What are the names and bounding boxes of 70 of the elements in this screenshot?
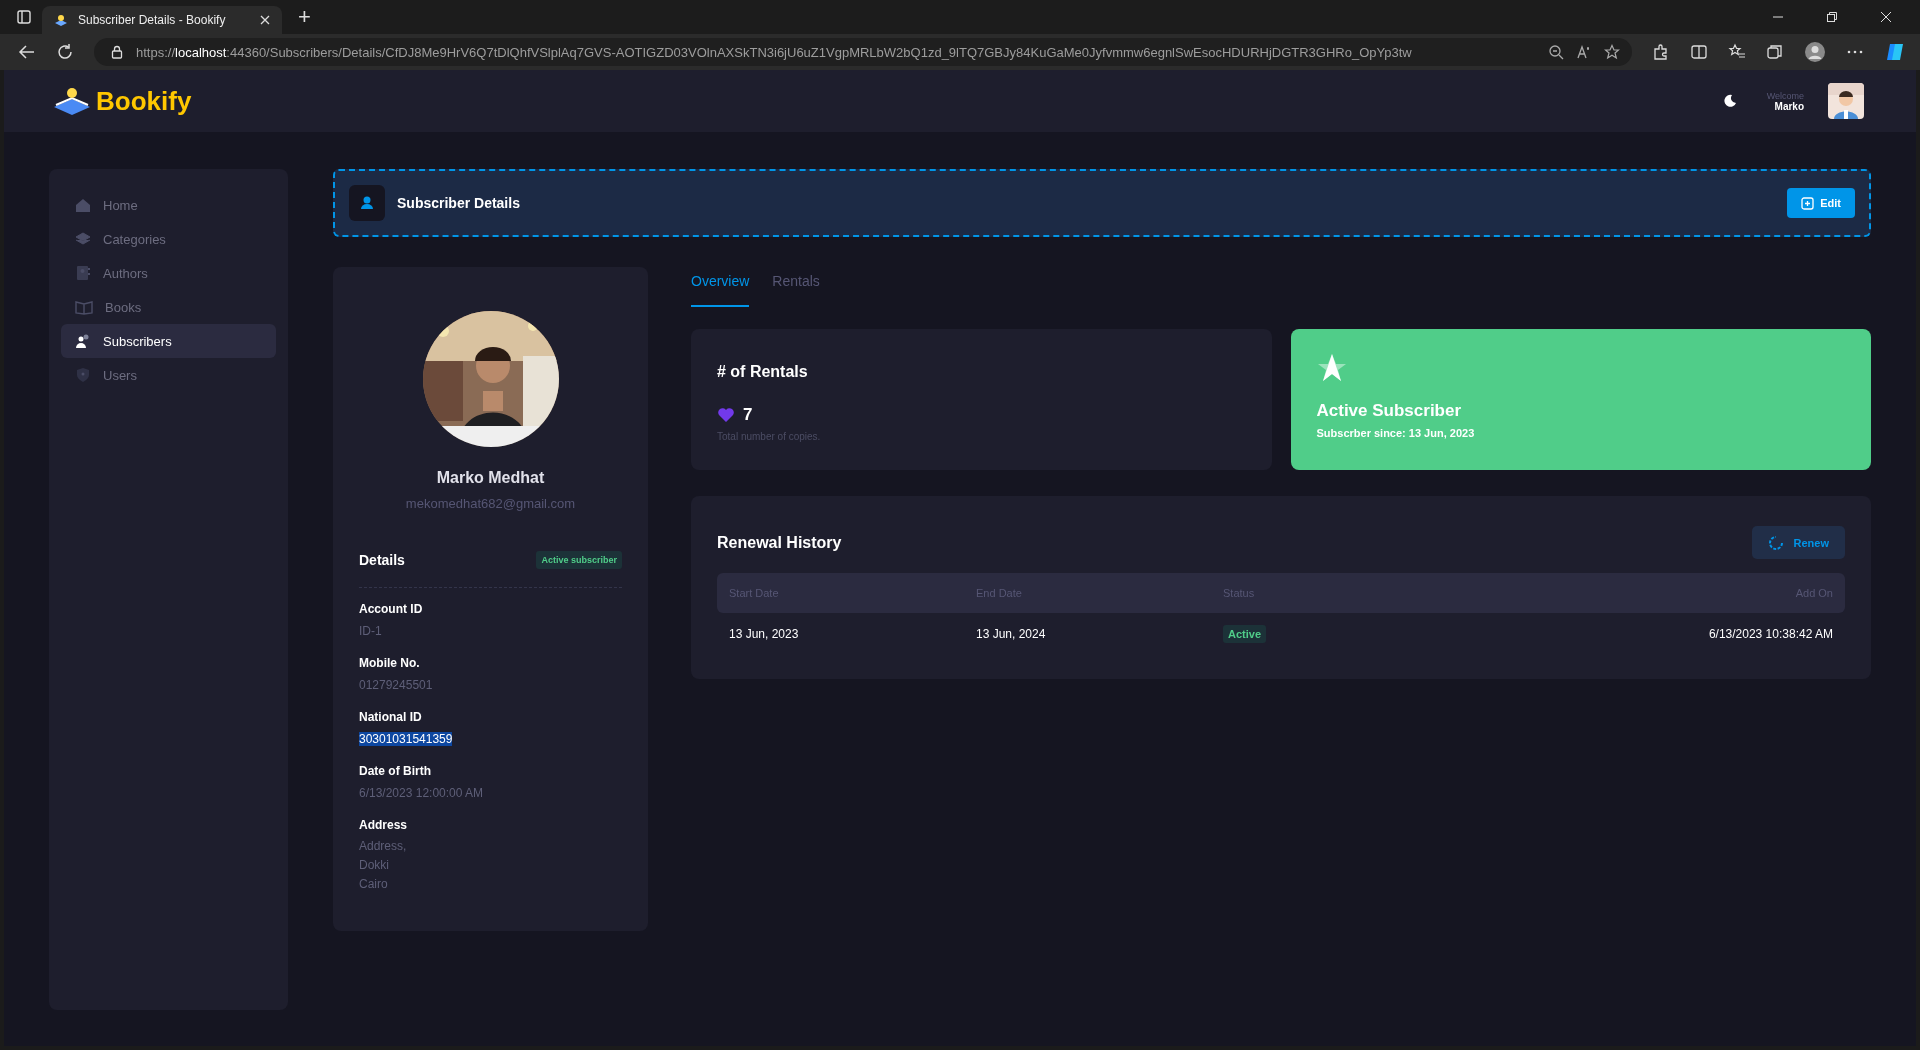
puzzle-icon[interactable] (1652, 43, 1670, 61)
field-label: Address (359, 818, 409, 832)
contacts-icon (75, 265, 91, 281)
details-heading: Details (359, 552, 405, 568)
plus-square-icon (1801, 196, 1815, 210)
sidebar-item[interactable]: Subscribers (61, 324, 276, 358)
layers-icon (75, 231, 91, 247)
star-icon (1316, 353, 1347, 383)
status-badge: Active subscriber (536, 551, 622, 569)
table-cell-text: 13 Jun, 2024 (976, 627, 1047, 641)
zoom-out-icon[interactable] (1548, 44, 1564, 60)
split-screen-icon[interactable] (1690, 43, 1708, 61)
subscriber-since: Subscrber since: 13 Jun, 2023 (1316, 427, 1476, 439)
page-title: Subscriber Details (397, 195, 520, 211)
heart-icon (717, 407, 735, 423)
new-tab-button[interactable]: + (292, 6, 317, 28)
restore-icon[interactable] (1826, 11, 1838, 23)
close-icon[interactable] (260, 15, 270, 25)
browser-tab[interactable]: Subscriber Details - Bookify (42, 6, 282, 34)
back-icon[interactable] (18, 43, 36, 61)
book-logo-icon (52, 85, 92, 117)
star-icon[interactable] (1604, 44, 1620, 60)
sidebar-item[interactable]: Categories (61, 222, 276, 256)
refresh-icon[interactable] (56, 43, 74, 61)
tab-actions-icon[interactable] (16, 9, 32, 25)
field-value: 01279245501 (359, 677, 433, 694)
welcome-label: Welcome (1766, 90, 1804, 101)
sidebar-item[interactable]: Books (61, 290, 276, 324)
field-value: ID-1 (359, 623, 382, 640)
field-label: National ID (359, 710, 423, 724)
logo-text[interactable]: Bookify (96, 85, 192, 117)
table-cell: 6/13/2023 10:38:42 AM (1708, 627, 1833, 641)
card-title: # of Rentals (717, 363, 809, 381)
open-book-icon (75, 299, 93, 315)
people-icon (75, 333, 91, 349)
subscriber-email: mekomedhat682@gmail.com (404, 496, 577, 511)
lock-icon (110, 45, 124, 59)
shield-icon (75, 367, 91, 383)
profile-icon[interactable] (1804, 41, 1826, 63)
field-value: Address, Dokki Cairo (359, 838, 407, 893)
field-value: 6/13/2023 12:00:00 AM (359, 785, 484, 802)
edit-button[interactable]: Edit (1787, 188, 1855, 218)
tab[interactable]: Overview (691, 267, 750, 307)
book-icon (54, 13, 68, 27)
field-label: Date of Birth (359, 764, 432, 778)
user-icon (349, 185, 385, 221)
subscriber-name: Marko Medhat (435, 469, 546, 487)
tab[interactable]: Rentals (772, 267, 820, 307)
collections-icon[interactable] (1766, 43, 1784, 61)
status-badge: Active (1223, 625, 1267, 643)
home-icon (75, 197, 91, 213)
sidebar-item[interactable]: Users (61, 358, 276, 392)
refresh-icon (1767, 534, 1784, 551)
field-label: Mobile No. (359, 656, 421, 670)
address-field[interactable]: https://localhost:44360/Subscribers/Details/CfDJ8Me9HrV6Q7tDlQhfVSlplAq7GVS-AOTIGZD03VOlnAXSkTN3i6jU6uZ1VgpMRLbW2bQ1zd_9lTQ7GBJy84KuGaMe0Jyfvmmw6egnlSwEsocHDURHjDGTR3GHRo_OpYp3tw (94, 38, 1632, 66)
card-title: Renewal History (717, 533, 842, 552)
read-aloud-icon[interactable] (1576, 44, 1592, 60)
favorites-icon[interactable] (1728, 43, 1746, 61)
rental-count: 7 (743, 405, 753, 425)
field-label: Account ID (359, 602, 424, 616)
close-icon[interactable] (1880, 11, 1892, 23)
sidebar-item[interactable]: Home (61, 188, 276, 222)
field-value: 30301031541359 (359, 731, 453, 748)
sidebar-item[interactable]: Authors (61, 256, 276, 290)
copilot-icon[interactable] (1884, 41, 1906, 63)
status-title: Active Subscriber (1316, 401, 1463, 421)
user-name: Marko (1774, 100, 1804, 112)
renew-button[interactable]: Renew (1751, 526, 1845, 559)
moon-icon[interactable] (1722, 94, 1737, 108)
table-cell-text: 13 Jun, 2023 (729, 627, 800, 641)
